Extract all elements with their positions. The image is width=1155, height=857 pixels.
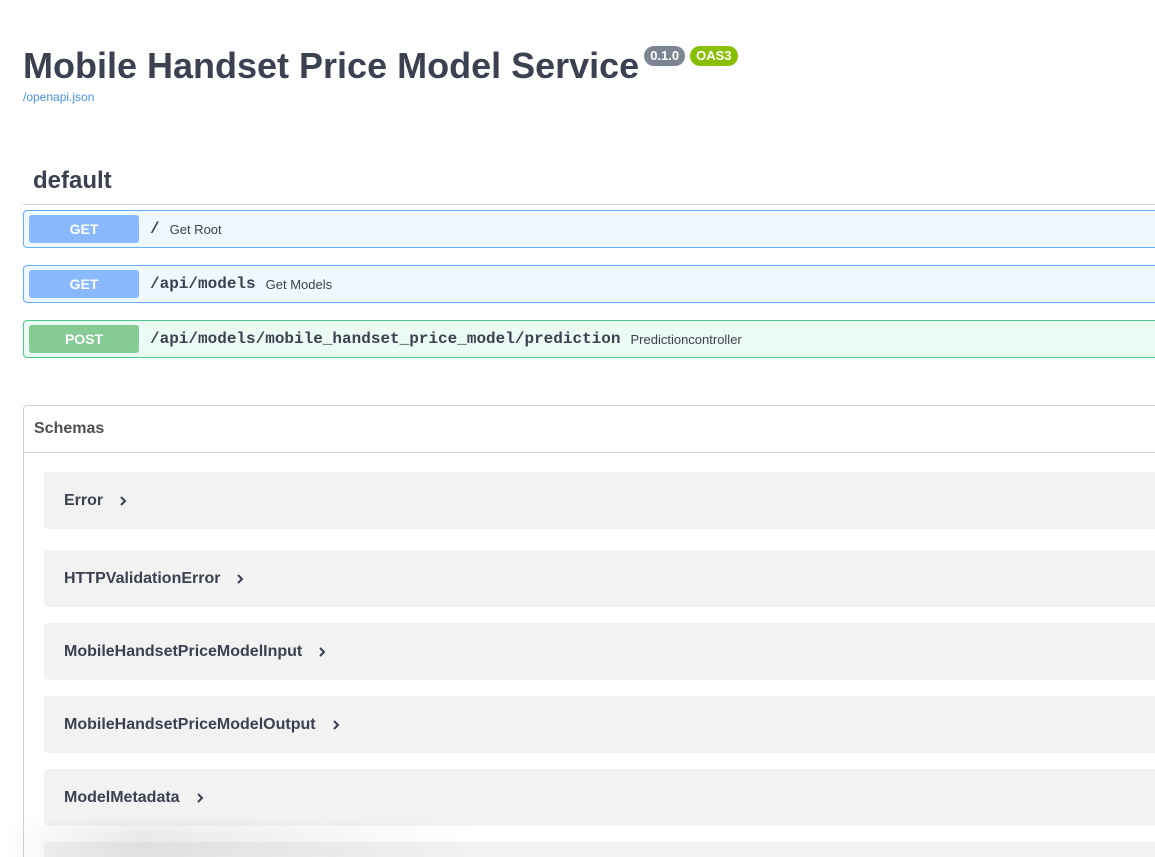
schema-name: ModelMetadata — [64, 788, 180, 806]
chevron-right-icon — [237, 573, 244, 584]
operation-get-root[interactable]: GET / Get Root — [23, 210, 1155, 248]
title-row: Mobile Handset Price Model Service 0.1.0… — [23, 44, 738, 88]
method-badge: GET — [29, 215, 139, 243]
method-badge: GET — [29, 270, 139, 298]
chevron-right-icon — [319, 646, 326, 657]
tag-name: default — [33, 167, 112, 194]
schema-name: MobileHandsetPriceModelOutput — [64, 715, 316, 733]
schema-item-httpvalidationerror[interactable]: HTTPValidationError — [44, 550, 1155, 607]
operation-summary: Get Models — [265, 276, 333, 292]
method-badge: POST — [29, 325, 139, 353]
openapi-json-link[interactable]: /openapi.json — [23, 90, 738, 104]
operation-summary: Get Root — [169, 221, 222, 237]
chevron-right-icon — [196, 792, 203, 803]
chevron-right-icon — [332, 719, 339, 730]
operation-post-prediction[interactable]: POST /api/models/mobile_handset_price_mo… — [23, 320, 1155, 358]
schema-item-modelmetadata[interactable]: ModelMetadata — [44, 769, 1155, 826]
schema-item-error[interactable]: Error — [44, 472, 1155, 529]
schemas-section: Schemas Error HTTPValidationError Mobile… — [23, 405, 1155, 857]
chevron-right-icon — [120, 495, 127, 506]
operation-get-models[interactable]: GET /api/models Get Models — [23, 265, 1155, 303]
swagger-ui-page: Mobile Handset Price Model Service 0.1.0… — [0, 0, 1155, 857]
oas-badge: OAS3 — [690, 46, 738, 66]
schema-name: MobileHandsetPriceModelInput — [64, 642, 303, 660]
schema-item-partial[interactable] — [44, 842, 1155, 857]
api-info: Mobile Handset Price Model Service 0.1.0… — [23, 44, 738, 104]
tag-header[interactable]: default — [23, 158, 1155, 205]
page-title: Mobile Handset Price Model Service — [23, 45, 640, 86]
operation-path: /api/models — [150, 275, 256, 293]
tag-section-default: default — [23, 158, 1155, 205]
schemas-title: Schemas — [34, 420, 105, 437]
schemas-header[interactable]: Schemas — [24, 406, 1155, 453]
schema-item-mobilehandsetpricemodeloutput[interactable]: MobileHandsetPriceModelOutput — [44, 696, 1155, 753]
operation-path: /api/models/mobile_handset_price_model/p… — [150, 330, 621, 348]
operation-path: / — [150, 220, 160, 238]
operation-summary: Predictioncontroller — [630, 331, 742, 347]
schema-name: Error — [64, 491, 104, 509]
schema-name: HTTPValidationError — [64, 569, 221, 587]
schema-item-mobilehandsetpricemodelinput[interactable]: MobileHandsetPriceModelInput — [44, 623, 1155, 680]
version-badge: 0.1.0 — [644, 46, 686, 66]
